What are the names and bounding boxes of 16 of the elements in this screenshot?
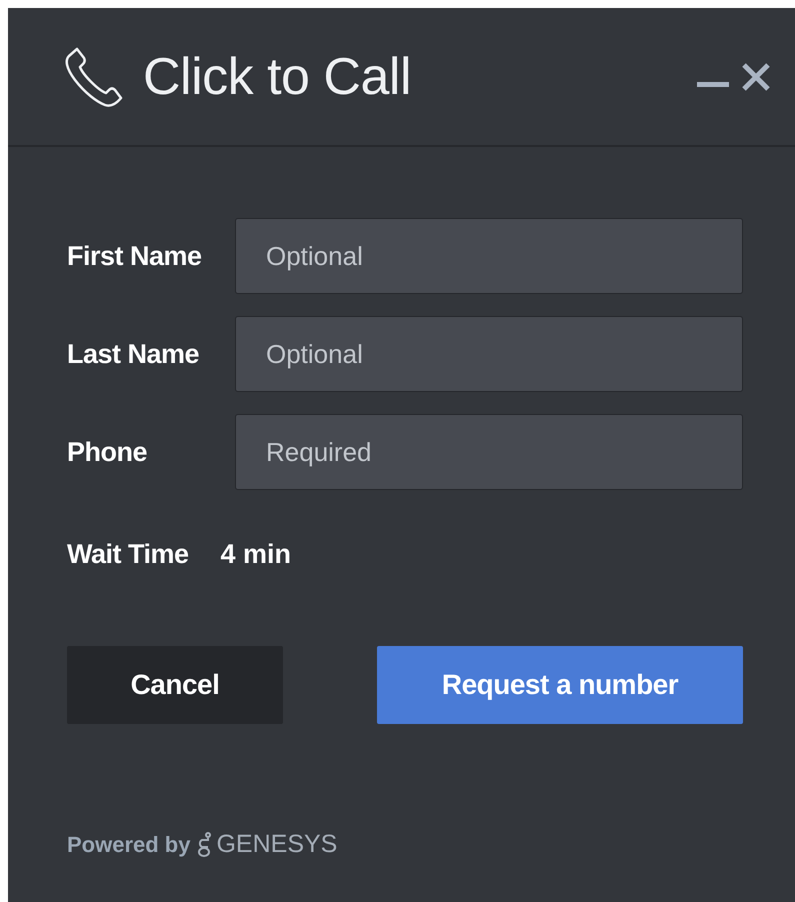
window-title: Click to Call bbox=[143, 46, 412, 106]
brand-name: GENESYS bbox=[216, 830, 338, 859]
close-button[interactable] bbox=[741, 62, 771, 92]
input-field[interactable]: Required bbox=[235, 414, 743, 490]
request-button[interactable]: Request a number bbox=[377, 646, 743, 724]
input-field[interactable]: Optional bbox=[235, 218, 743, 294]
phone-icon bbox=[63, 46, 125, 108]
logo-icon bbox=[196, 832, 212, 858]
wait-time-label: Wait Time bbox=[67, 538, 189, 570]
field-label: Phone bbox=[67, 436, 148, 468]
field-label: Last Name bbox=[67, 338, 200, 370]
field-label: First Name bbox=[67, 240, 203, 272]
wait-time-value: 4 min bbox=[220, 538, 292, 570]
powered-by-text: Powered by bbox=[67, 832, 190, 858]
input-field[interactable]: Optional bbox=[235, 316, 743, 392]
cancel-button[interactable]: Cancel bbox=[67, 646, 283, 724]
